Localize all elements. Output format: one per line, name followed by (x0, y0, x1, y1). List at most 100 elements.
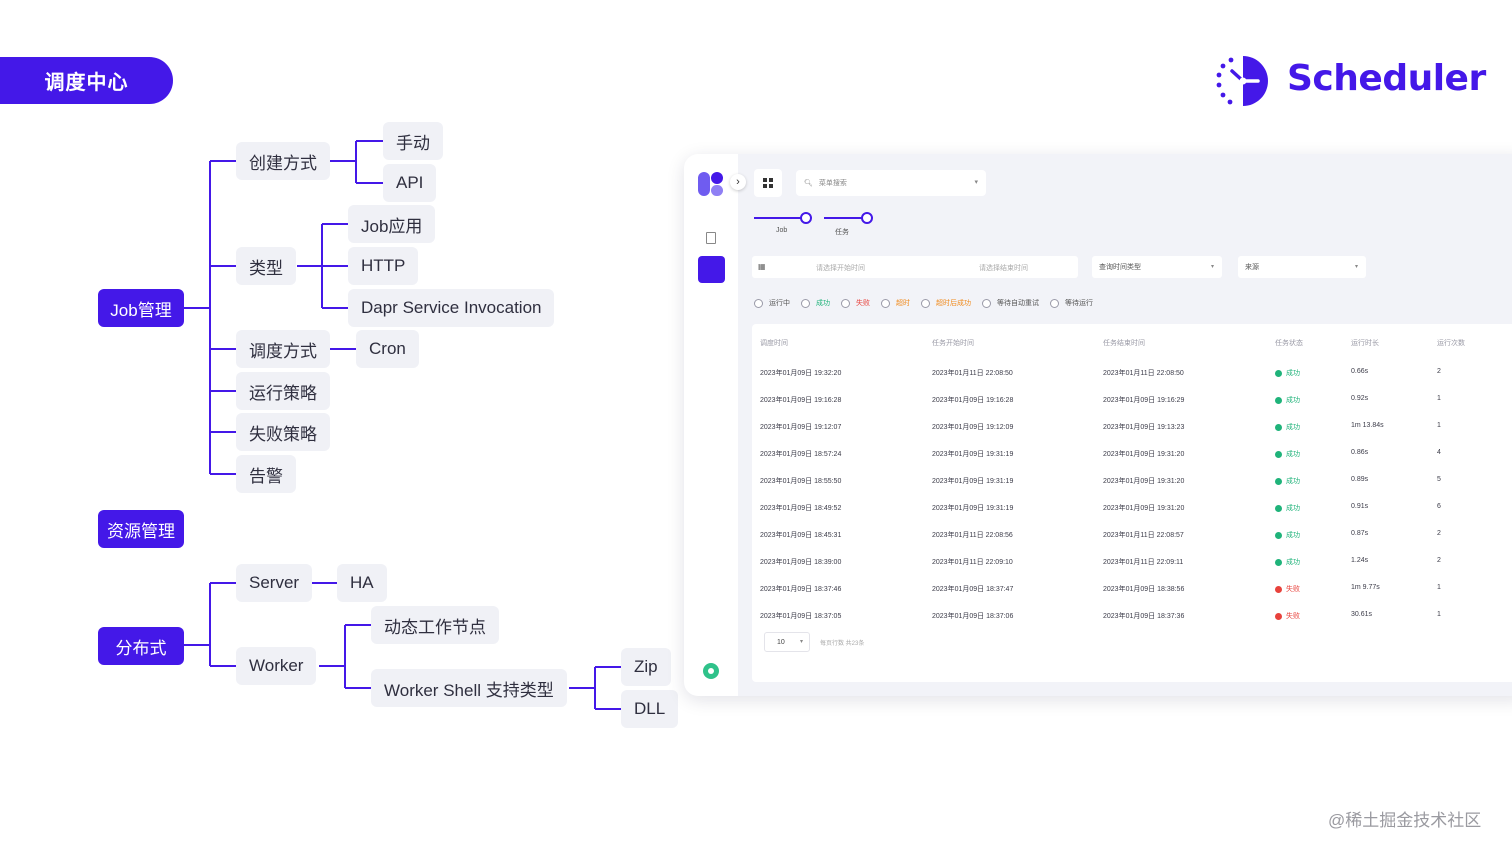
table-cell: 2023年01月09日 18:38:56 (1103, 586, 1185, 593)
column-header[interactable]: 任务结束时间 (1103, 338, 1145, 348)
radio-circle-icon (841, 298, 850, 308)
page-size-value: 10 (777, 638, 785, 646)
chevron-down-icon: ▾ (1354, 264, 1358, 270)
cron-node: Cron (356, 330, 419, 368)
column-header[interactable]: 调度时间 (760, 338, 788, 348)
job-table: 10 ▾ 每页行数 共23条 调度时间 任务开始时间 任务结束时间 任务状态 运行时长 运… (752, 324, 1512, 682)
chevron-down-icon: ▾ (974, 179, 978, 186)
status-radio[interactable]: 等待运行 (1050, 298, 1093, 308)
column-header[interactable]: 任务状态 (1275, 338, 1303, 348)
status-dot-icon (1275, 504, 1282, 512)
status-text: 成功 (1286, 559, 1300, 566)
table-cell: 2023年01月11日 22:09:10 (932, 559, 1013, 566)
table-cell: 2023年01月09日 19:31:19 (932, 505, 1014, 512)
table-cell: 1 (1437, 395, 1441, 402)
calendar-icon: ▦ (758, 262, 766, 271)
table-cell: 2023年01月09日 19:32:20 (760, 370, 842, 377)
status-badge: 成功 (1275, 557, 1300, 567)
status-text: 失败 (1286, 613, 1300, 620)
status-indicator-icon[interactable] (703, 663, 719, 679)
table-cell: 0.92s (1351, 395, 1369, 402)
fail-policy-node: 失败策略 (236, 413, 330, 451)
create-mode-node: 创建方式 (236, 142, 330, 180)
table-cell: 2023年01月09日 19:31:20 (1103, 451, 1185, 458)
column-header[interactable]: 运行次数 (1437, 338, 1465, 348)
table-cell: 2023年01月11日 22:08:57 (1103, 532, 1184, 539)
page-size-select[interactable]: 10 ▾ (764, 632, 810, 652)
time-type-select[interactable]: 查询时间类型 ▾ (1092, 256, 1222, 278)
date-range-picker[interactable]: ▦ 请选择开始时间 请选择结束时间 (752, 256, 1078, 278)
status-dot-icon (1275, 396, 1282, 404)
app-preview-panel: › 🔍︎ 菜单搜索 ▾ Job 任务 ▦ 请选择开始时间 请选择结束时间 查询时… (684, 154, 1512, 696)
table-cell: 6 (1437, 503, 1441, 510)
table-cell: 2023年01月11日 22:09:11 (1103, 559, 1184, 566)
sidebar-item-active[interactable] (698, 256, 725, 283)
table-cell: 2023年01月09日 18:37:47 (932, 586, 1014, 593)
app-logo-icon (698, 172, 723, 196)
status-radio[interactable]: 超时后成功 (921, 298, 971, 308)
status-radio-group: 运行中 成功 失败 超时 超时后成功 等待自动重试 等待运行 (754, 297, 1104, 309)
time-type-label: 查询时间类型 (1099, 264, 1141, 271)
table-cell: 2023年01月09日 18:39:00 (760, 559, 842, 566)
watermark: @稀土掘金技术社区 (1328, 811, 1482, 830)
table-cell: 1 (1437, 611, 1441, 618)
table-cell: 2023年01月09日 18:45:31 (760, 532, 842, 539)
status-badge: 失败 (1275, 611, 1300, 621)
status-dot-icon (1275, 585, 1282, 593)
table-cell: 2023年01月09日 18:49:52 (760, 505, 842, 512)
zip-node: Zip (621, 648, 671, 686)
column-header[interactable]: 运行时长 (1351, 338, 1379, 348)
slider-label-job: Job (776, 227, 788, 234)
status-radio[interactable]: 等待自动重试 (982, 298, 1039, 308)
job-management-node: Job管理 (98, 289, 184, 327)
start-time-field[interactable]: 请选择开始时间 (816, 263, 865, 273)
status-badge: 成功 (1275, 530, 1300, 540)
table-cell: 2023年01月09日 19:31:19 (932, 451, 1014, 458)
status-text: 成功 (1286, 451, 1300, 458)
table-cell: 2 (1437, 557, 1441, 564)
table-cell: 1 (1437, 584, 1441, 591)
scheduler-logo: Scheduler (1214, 52, 1486, 110)
ha-node: HA (337, 564, 387, 602)
filter-bar: ▦ 请选择开始时间 请选择结束时间 查询时间类型 ▾ 来源 ▾ (752, 256, 1512, 278)
status-dot-icon (1275, 477, 1282, 485)
table-cell: 2023年01月09日 19:16:28 (932, 397, 1014, 404)
column-header[interactable]: 任务开始时间 (932, 338, 974, 348)
radio-label: 运行中 (769, 300, 790, 307)
status-radio[interactable]: 运行中 (754, 298, 790, 308)
status-badge: 成功 (1275, 368, 1300, 378)
table-cell: 2 (1437, 368, 1441, 375)
menu-search-input[interactable]: 🔍︎ 菜单搜索 ▾ (796, 170, 986, 196)
manual-node: 手动 (383, 122, 443, 160)
clock-logo-icon (1216, 56, 1268, 106)
table-cell: 5 (1437, 476, 1441, 483)
status-dot-icon (1275, 423, 1282, 431)
radio-label: 超时 (896, 300, 910, 307)
status-radio[interactable]: 成功 (801, 298, 830, 308)
source-select[interactable]: 来源 ▾ (1238, 256, 1366, 278)
status-radio[interactable]: 超时 (881, 298, 910, 308)
job-task-slider[interactable]: Job 任务 (754, 212, 884, 238)
table-cell: 2023年01月09日 19:31:20 (1103, 478, 1185, 485)
radio-label: 等待自动重试 (997, 300, 1039, 307)
slider-label-task: 任务 (835, 229, 849, 236)
api-node: API (383, 164, 437, 202)
dapr-node: Dapr Service Invocation (348, 289, 555, 327)
table-cell: 1 (1437, 422, 1441, 429)
status-text: 成功 (1286, 532, 1300, 539)
status-radio[interactable]: 失败 (841, 298, 870, 308)
end-time-field[interactable]: 请选择结束时间 (979, 263, 1028, 273)
radio-label: 失败 (856, 300, 870, 307)
sidebar (684, 154, 738, 696)
table-cell: 4 (1437, 449, 1441, 456)
http-node: HTTP (348, 247, 419, 285)
table-cell: 2023年01月09日 18:57:24 (760, 451, 842, 458)
dashboard-icon[interactable] (754, 169, 782, 197)
table-cell: 2023年01月09日 19:31:20 (1103, 505, 1185, 512)
table-cell: 2023年01月11日 22:08:50 (1103, 370, 1184, 377)
document-icon[interactable] (706, 232, 716, 244)
table-cell: 0.87s (1351, 530, 1369, 537)
collapse-button[interactable]: › (730, 174, 746, 190)
radio-circle-icon (1050, 298, 1059, 308)
status-text: 成功 (1286, 397, 1300, 404)
